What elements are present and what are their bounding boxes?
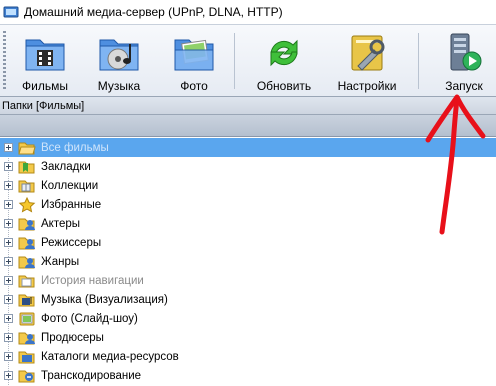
- settings-icon: [351, 35, 385, 71]
- toolbar-separator: [234, 33, 235, 89]
- films-button[interactable]: Фильмы: [9, 27, 81, 95]
- expand-toggle[interactable]: [4, 200, 13, 209]
- folder-open-icon: [18, 142, 36, 154]
- directors-icon: [18, 237, 35, 249]
- producers-icon: [18, 332, 35, 344]
- tree-item-bookmarks[interactable]: Закладки: [0, 157, 496, 176]
- app-icon: [3, 6, 19, 18]
- bookmarks-icon: [18, 161, 35, 173]
- tree-item-media-catalogs[interactable]: Каталоги медиа-ресурсов: [0, 347, 496, 366]
- tree-item-label: Актеры: [41, 217, 81, 230]
- transcoding-icon: [18, 370, 35, 382]
- tree-item-label: Каталоги медиа-ресурсов: [41, 350, 179, 363]
- tree-item-genres[interactable]: Жанры: [0, 252, 496, 271]
- folder-tree: Все фильмы Закладки Коллекции Избранные: [0, 138, 496, 386]
- expand-toggle[interactable]: [4, 219, 13, 228]
- tree-item-producers[interactable]: Продюсеры: [0, 328, 496, 347]
- tree-item-collections[interactable]: Коллекции: [0, 176, 496, 195]
- main-toolbar: Фильмы Музыка Фото Обновить Настройки За…: [0, 24, 496, 97]
- launch-server-icon: [450, 33, 482, 71]
- tree-item-actors[interactable]: Актеры: [0, 214, 496, 233]
- star-icon: [18, 196, 36, 213]
- tree-item-label: Все фильмы: [41, 141, 109, 154]
- folders-panel-title: Папки [Фильмы]: [2, 99, 85, 112]
- catalogs-icon: [18, 351, 35, 363]
- tree-item-label: Режиссеры: [41, 236, 102, 249]
- collections-icon: [18, 180, 35, 192]
- genres-icon: [18, 256, 35, 268]
- tree-item-photo-slideshow[interactable]: Фото (Слайд-шоу): [0, 309, 496, 328]
- music-button-label: Музыка: [97, 79, 141, 93]
- expand-toggle[interactable]: [4, 295, 13, 304]
- expand-toggle[interactable]: [4, 181, 13, 190]
- toolbar-grip[interactable]: [3, 31, 6, 91]
- tree-item-label: Транскодирование: [41, 369, 142, 382]
- folders-panel-header: Папки [Фильмы]: [0, 97, 496, 115]
- tree-item-label: История навигации: [41, 274, 144, 287]
- refresh-icon: [270, 39, 298, 67]
- photo-folder-icon: [174, 39, 214, 71]
- tree-item-label: Фото (Слайд-шоу): [41, 312, 138, 325]
- tree-item-label: Продюсеры: [41, 331, 104, 344]
- films-button-label: Фильмы: [22, 79, 68, 93]
- refresh-button-label: Обновить: [256, 79, 312, 93]
- tree-item-label: Коллекции: [41, 179, 99, 192]
- title-bar: Домашний медиа-сервер (UPnP, DLNA, HTTP): [0, 0, 496, 24]
- launch-button[interactable]: Запуск: [428, 27, 496, 95]
- expand-toggle[interactable]: [4, 143, 13, 152]
- refresh-button[interactable]: Обновить: [248, 27, 320, 95]
- expand-toggle[interactable]: [4, 238, 13, 247]
- photo-button[interactable]: Фото: [158, 27, 230, 95]
- expand-toggle[interactable]: [4, 371, 13, 380]
- slideshow-icon: [19, 312, 35, 325]
- music-folder-icon: [99, 39, 139, 71]
- tree-item-label: Музыка (Визуализация): [41, 293, 168, 306]
- expand-toggle[interactable]: [4, 257, 13, 266]
- expand-toggle[interactable]: [4, 352, 13, 361]
- music-button[interactable]: Музыка: [83, 27, 155, 95]
- settings-button-label: Настройки: [337, 79, 397, 93]
- toolbar-separator: [418, 33, 419, 89]
- settings-button[interactable]: Настройки: [331, 27, 403, 95]
- launch-button-label: Запуск: [445, 79, 483, 93]
- photo-button-label: Фото: [180, 79, 208, 93]
- expand-toggle[interactable]: [4, 314, 13, 323]
- actors-icon: [18, 218, 35, 230]
- expand-toggle[interactable]: [4, 276, 13, 285]
- tree-item-history[interactable]: История навигации: [0, 271, 496, 290]
- tree-item-directors[interactable]: Режиссеры: [0, 233, 496, 252]
- tree-item-label: Закладки: [41, 160, 91, 173]
- tree-item-label: Жанры: [41, 255, 80, 268]
- window-title: Домашний медиа-сервер (UPnP, DLNA, HTTP): [24, 5, 283, 19]
- tree-item-transcoding[interactable]: Транскодирование: [0, 366, 496, 385]
- tree-item-favorites[interactable]: Избранные: [0, 195, 496, 214]
- music-visual-icon: [18, 294, 35, 306]
- history-icon: [18, 275, 35, 287]
- panel-filter-bar[interactable]: [0, 115, 496, 137]
- tree-item-label: Избранные: [41, 198, 102, 211]
- expand-toggle[interactable]: [4, 162, 13, 171]
- films-folder-icon: [25, 39, 65, 71]
- tree-item-all-films[interactable]: Все фильмы: [0, 138, 496, 157]
- expand-toggle[interactable]: [4, 333, 13, 342]
- tree-item-music-visual[interactable]: Музыка (Визуализация): [0, 290, 496, 309]
